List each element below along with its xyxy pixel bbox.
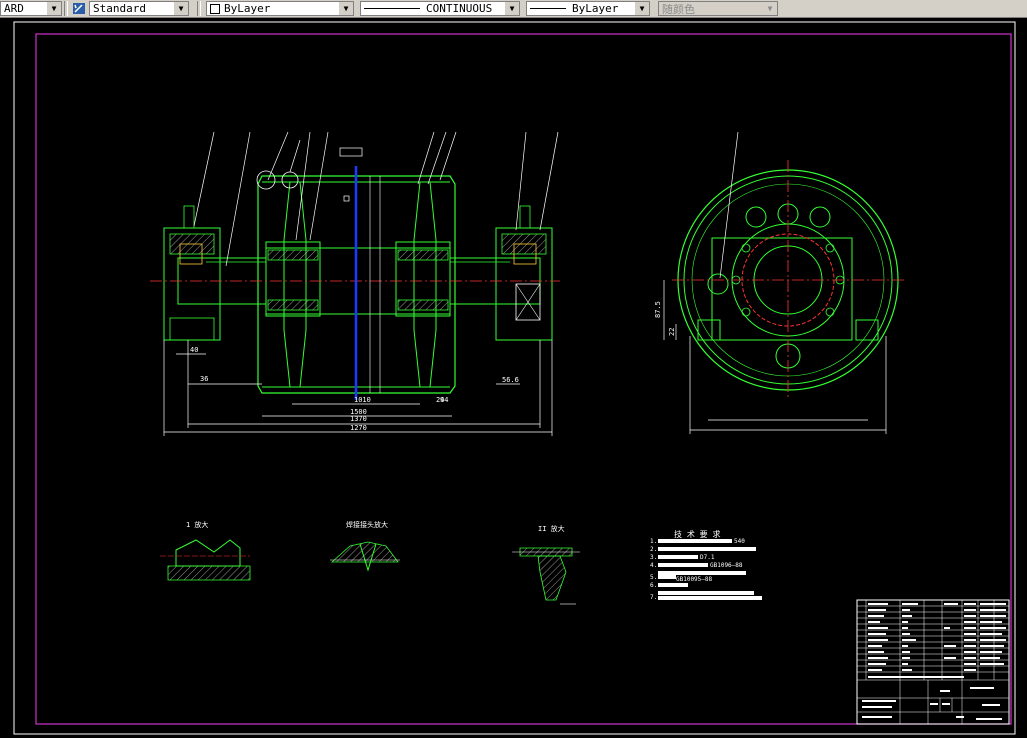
dim-text: 56.6: [502, 376, 519, 384]
tech-fragment: GB10095—88: [676, 576, 713, 583]
color-swatch-icon: [210, 3, 220, 14]
right-grease-nipple: [519, 205, 531, 229]
left-hub-hatch-bottom: [267, 299, 319, 311]
bom-text-blocks: [862, 603, 1006, 720]
chevron-down-icon[interactable]: ▼: [505, 2, 519, 15]
dim-text: 40: [190, 346, 198, 354]
side-view: [663, 131, 904, 434]
text-style-value: ARD: [4, 2, 24, 15]
detail-view-2: II 放大: [512, 524, 580, 605]
detail-label: 焊接接头放大: [346, 520, 388, 529]
toolbar-separator: [64, 1, 68, 16]
layer-color-combo[interactable]: ByLayer ▼: [206, 1, 354, 16]
dim-text: 36: [200, 375, 208, 383]
layer-color-value: ByLayer: [224, 2, 271, 15]
chevron-down-icon[interactable]: ▼: [635, 2, 649, 15]
right-hub-hatch-top: [397, 249, 449, 261]
dim-text: 1270: [350, 424, 367, 432]
top-boss-left: [745, 206, 767, 228]
detail-label: II 放大: [538, 524, 565, 533]
lineweight-value: ByLayer: [572, 2, 619, 15]
left-hub-plate: [283, 181, 307, 388]
drawing-border: [35, 33, 1012, 725]
chevron-down-icon[interactable]: ▼: [763, 2, 777, 15]
title-block: [856, 599, 1010, 725]
tech-note: 2.: [650, 546, 657, 553]
lineweight-combo[interactable]: ByLayer ▼: [526, 1, 650, 16]
drawing-canvas[interactable]: 36 40 1010 1500 1370 94 1270 24 56.6 87.…: [0, 17, 1027, 738]
tech-note: 7.: [650, 594, 657, 601]
detail-label: 1 放大: [186, 520, 208, 529]
tech-title: 技 术 要 求: [674, 529, 720, 539]
dim-text: 1370: [350, 415, 367, 423]
plot-style-value: 随颜色: [662, 2, 695, 16]
properties-toolbar: ARD ▼ Standard ▼ ByLayer ▼ CONTINUOUS ▼ …: [0, 0, 1027, 18]
dim-text: 22: [668, 328, 676, 336]
top-boss-right: [809, 206, 831, 228]
toolbar-separator: [197, 1, 201, 16]
tech-note: 1.: [650, 538, 657, 545]
datum-mark: [343, 195, 350, 202]
tech-note: 4.: [650, 562, 657, 569]
side-boss: [707, 273, 729, 295]
chevron-down-icon[interactable]: ▼: [174, 2, 188, 15]
main-view-dimension-texts: 36 40 1010 1500 1370 94 1270 24 56.6: [190, 346, 519, 432]
dim-style-combo[interactable]: Standard ▼: [89, 1, 189, 16]
tech-fragments: 540 D7.1 GB1096—88 GB10095—88: [676, 538, 745, 583]
plot-style-combo[interactable]: 随颜色 ▼: [658, 1, 778, 16]
linetype-value: CONTINUOUS: [426, 2, 493, 15]
dim-text: 87.5: [654, 301, 662, 318]
main-section-view: [150, 131, 560, 436]
detail-view-1: 1 放大: [160, 520, 251, 581]
left-housing-base: [169, 317, 215, 341]
tech-fragment: GB1096—88: [710, 562, 743, 569]
tech-note-numbers: 1. 2. 3. 4. 5. 6. 7.: [650, 538, 657, 601]
left-grease-nipple: [183, 205, 195, 229]
right-hub-plate: [413, 181, 437, 388]
chevron-down-icon[interactable]: ▼: [47, 2, 61, 15]
tech-fragment: 540: [734, 538, 745, 545]
dimension-style-icon[interactable]: [70, 1, 87, 16]
chevron-down-icon[interactable]: ▼: [339, 2, 353, 15]
side-view-dimension-texts: 87.5 22: [654, 301, 676, 336]
detail-view-weld: 焊接接头放大: [330, 520, 400, 572]
tech-fragment: D7.1: [700, 554, 715, 561]
tech-note: 6.: [650, 582, 657, 589]
linetype-combo[interactable]: CONTINUOUS ▼: [360, 1, 520, 16]
lineweight-preview-icon: [530, 8, 566, 9]
dim-text: 1010: [354, 396, 371, 404]
technical-requirements: 技 术 要 求 1. 2. 3. 4. 5. 6. 7. 540 D7.1 GB…: [650, 529, 762, 601]
tech-note-blocks: [658, 539, 762, 600]
text-style-combo[interactable]: ARD ▼: [0, 1, 62, 16]
surface-finish-symbol: [339, 147, 363, 157]
bom-column-lines: [865, 600, 995, 724]
right-hub-hatch-bottom: [397, 299, 449, 311]
linetype-preview-icon: [364, 8, 420, 9]
dim-style-value: Standard: [93, 2, 146, 15]
tech-note: 5.: [650, 574, 657, 581]
dim-text: 24: [436, 396, 444, 404]
left-hub-hatch-top: [267, 249, 319, 261]
tech-note: 3.: [650, 554, 657, 561]
